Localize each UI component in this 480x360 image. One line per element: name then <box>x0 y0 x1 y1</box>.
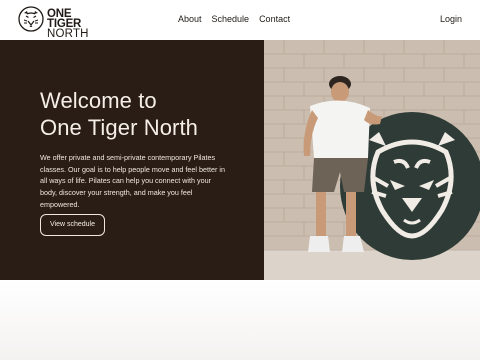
nav-link-contact[interactable]: Contact <box>259 14 290 24</box>
logo-wordmark: ONE TIGER NORTH <box>47 8 108 40</box>
hero-title: Welcome to One Tiger North <box>40 87 250 141</box>
hero-section: Welcome to One Tiger North We offer priv… <box>0 40 480 280</box>
hero-illustration <box>264 40 480 280</box>
hero-description: We offer private and semi-private contem… <box>40 153 225 209</box>
logo-line-2: NORTH <box>47 28 89 40</box>
brand-logo[interactable]: ONE TIGER NORTH <box>18 6 108 40</box>
site-header: ONE TIGER NORTH About Schedule Contact L… <box>0 0 480 40</box>
hero-title-line-1: Welcome to <box>40 88 157 113</box>
lower-section <box>0 280 480 360</box>
nav-link-schedule[interactable]: Schedule <box>212 14 250 24</box>
login-link[interactable]: Login <box>440 14 462 24</box>
tiger-head-icon <box>18 6 44 32</box>
main-nav: About Schedule Contact <box>178 14 290 24</box>
hero-text-panel: Welcome to One Tiger North We offer priv… <box>0 40 264 280</box>
logo-line-1: ONE TIGER <box>47 8 82 30</box>
hero-title-line-2: One Tiger North <box>40 115 199 140</box>
hero-photo <box>264 40 480 280</box>
view-schedule-button[interactable]: View schedule <box>40 214 105 236</box>
nav-link-about[interactable]: About <box>178 14 202 24</box>
